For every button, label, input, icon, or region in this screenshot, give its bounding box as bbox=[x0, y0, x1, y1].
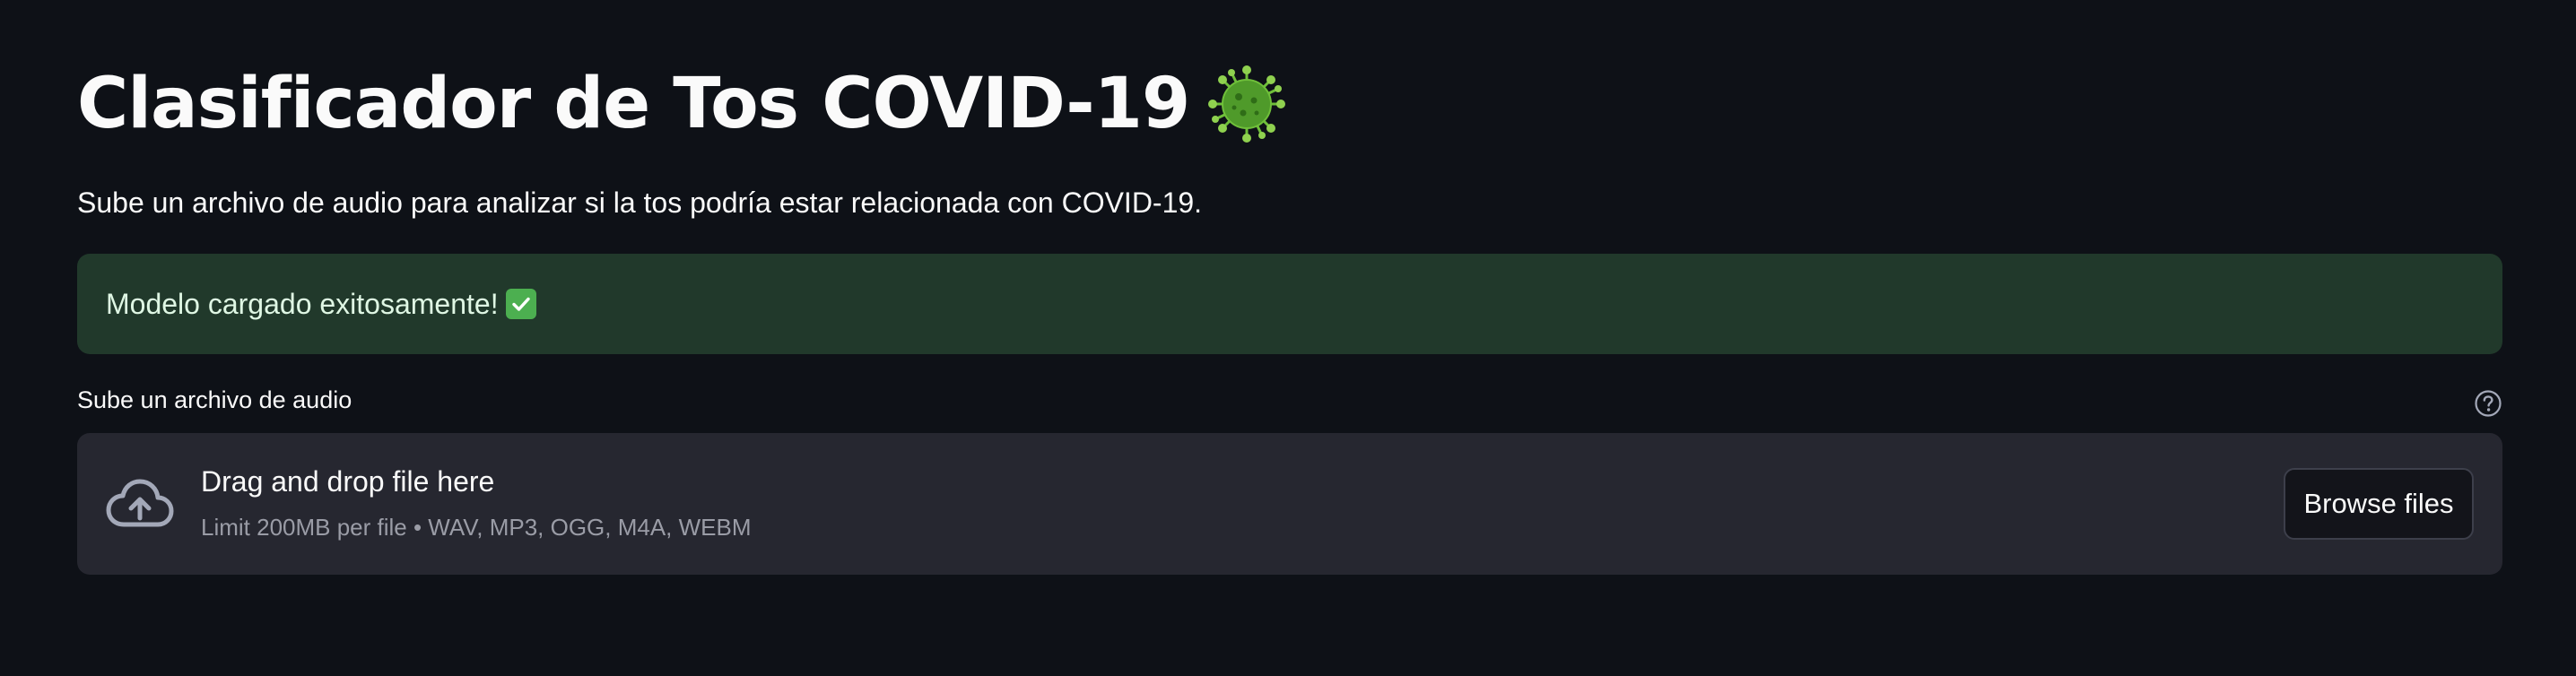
uploader-label: Sube un archivo de audio bbox=[77, 386, 352, 413]
dropzone-title: Drag and drop file here bbox=[201, 465, 495, 498]
check-mark-icon bbox=[505, 289, 536, 319]
cloud-upload-icon bbox=[106, 478, 174, 530]
virus-icon bbox=[1207, 65, 1286, 143]
help-circle-icon[interactable] bbox=[2474, 389, 2502, 418]
app-page: Clasificador de Tos COVID-19 Sube un arc… bbox=[0, 0, 2576, 676]
dropzone-limits: Limit 200MB per file • WAV, MP3, OGG, M4… bbox=[201, 514, 752, 541]
browse-files-button[interactable]: Browse files bbox=[2284, 468, 2474, 540]
file-dropzone[interactable]: Drag and drop file here Limit 200MB per … bbox=[77, 433, 2502, 575]
page-subtitle: Sube un archivo de audio para analizar s… bbox=[77, 186, 1203, 219]
success-alert: Modelo cargado exitosamente! bbox=[77, 254, 2502, 354]
title-row: Clasificador de Tos COVID-19 bbox=[77, 61, 1286, 147]
page-title: Clasificador de Tos COVID-19 bbox=[77, 64, 1190, 144]
success-message: Modelo cargado exitosamente! bbox=[106, 287, 499, 320]
